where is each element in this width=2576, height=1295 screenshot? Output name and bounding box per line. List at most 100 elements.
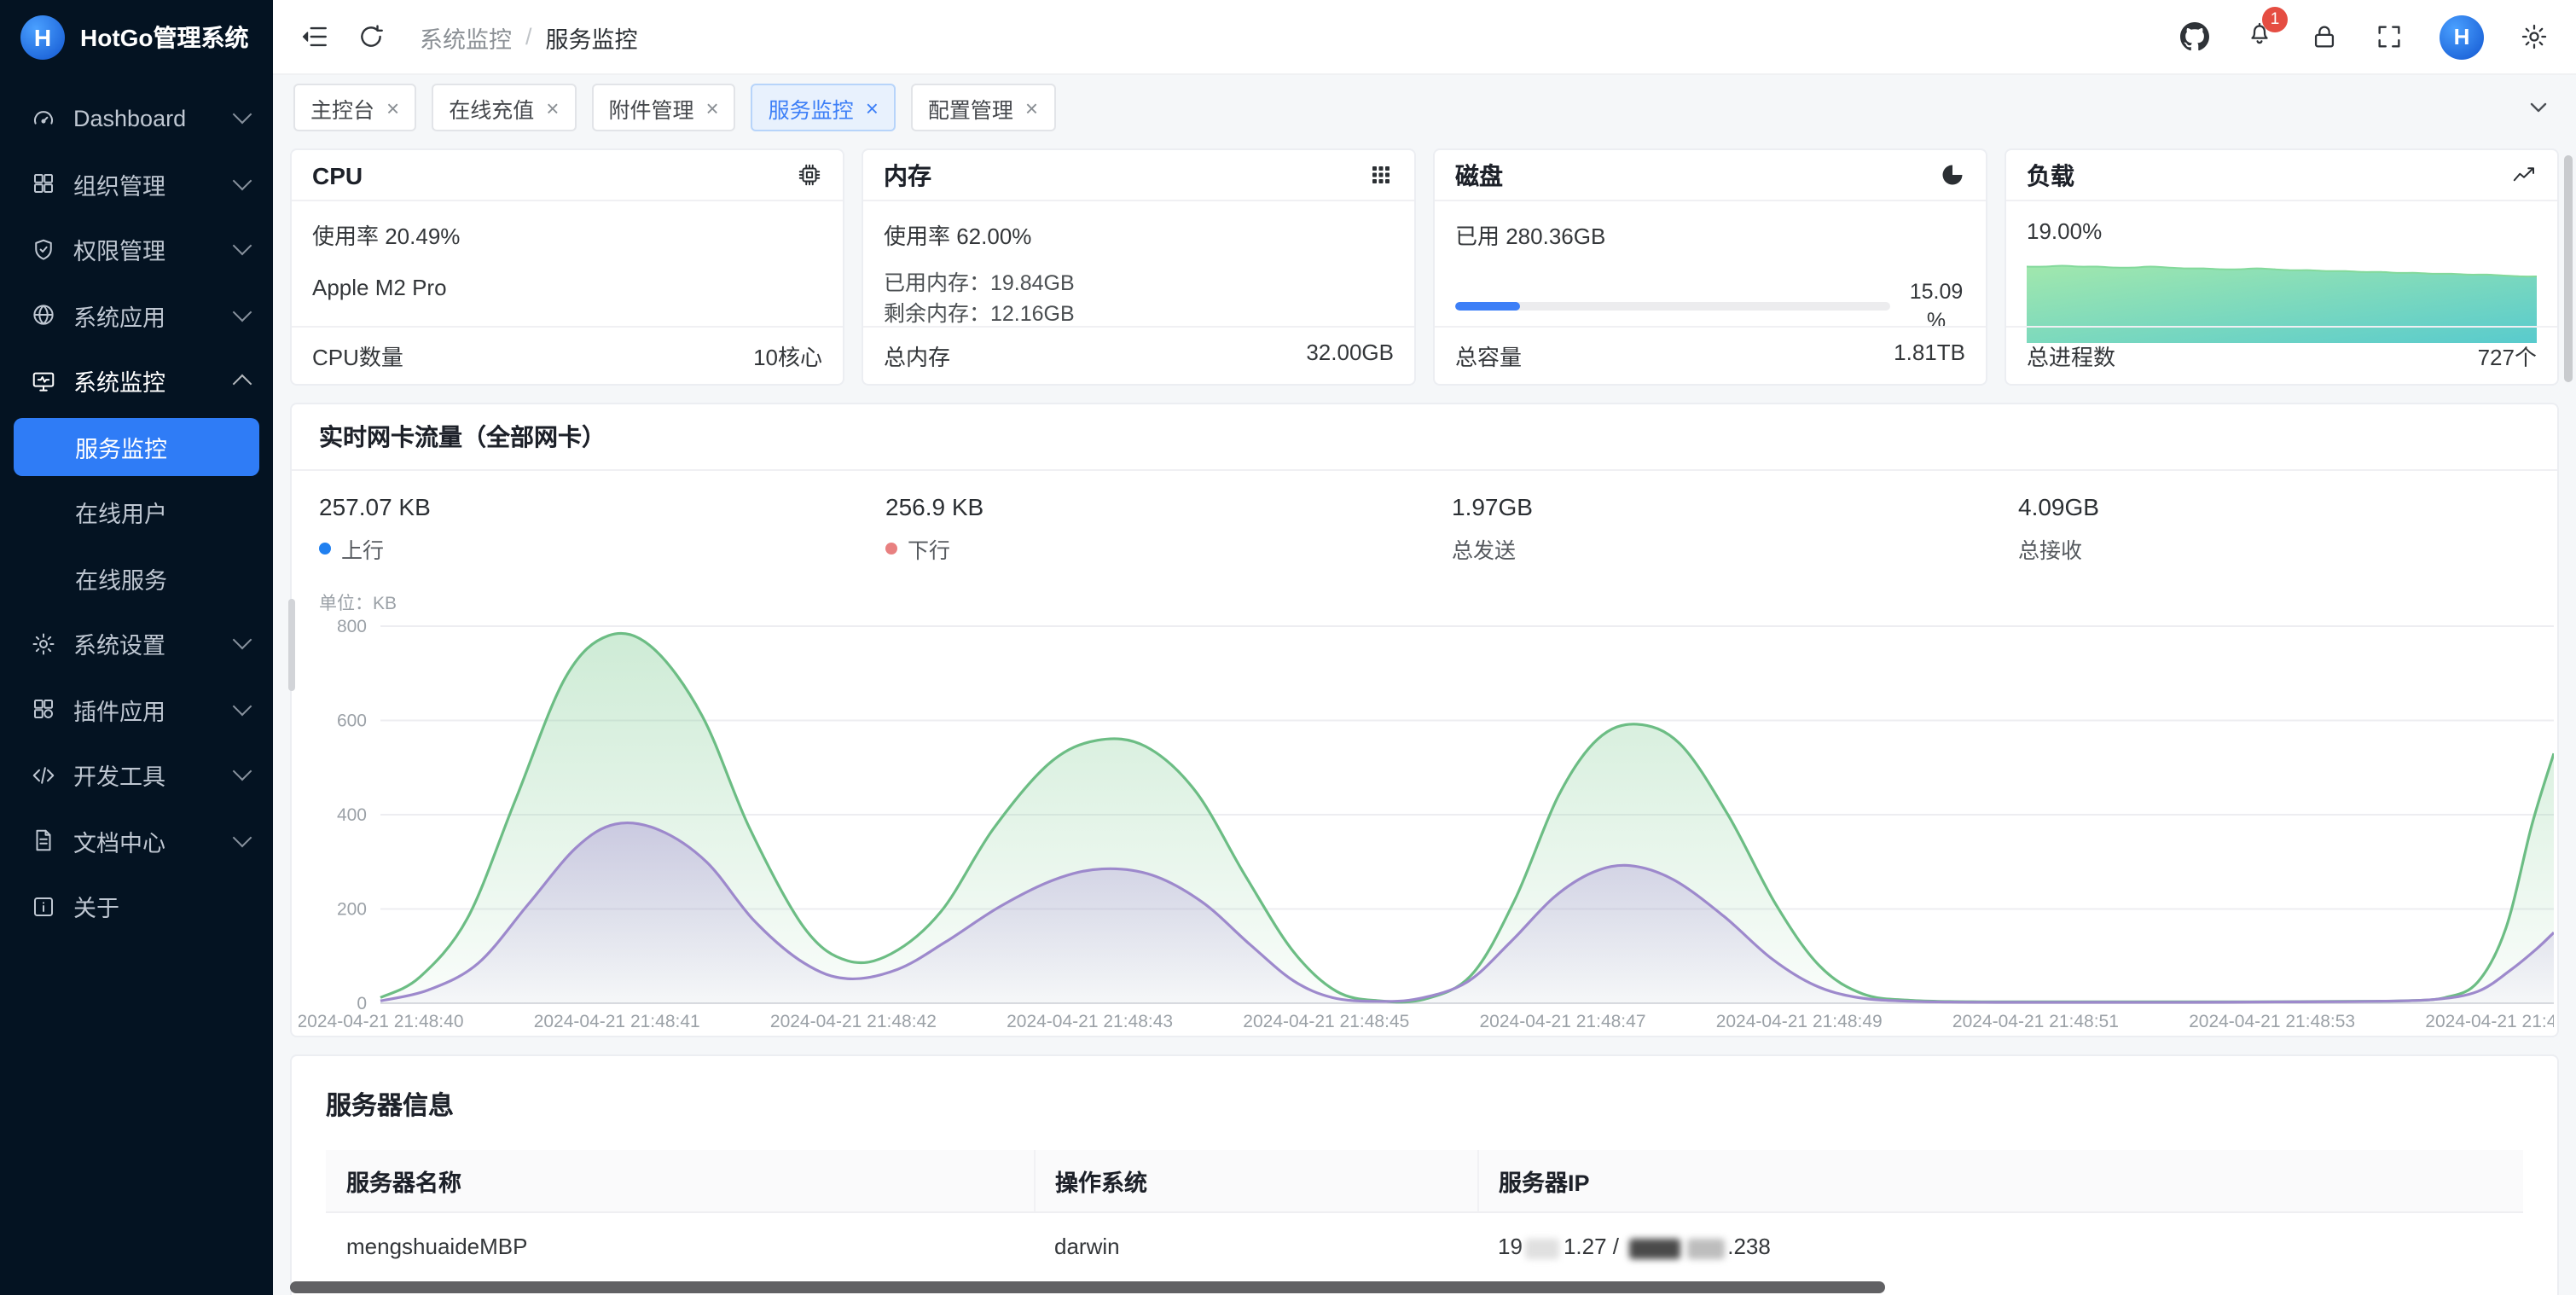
server-info-card: 服务器信息 服务器名称 操作系统 服务器IP mengshuaideMBP da… [290, 1054, 2559, 1295]
network-card-title: 实时网卡流量（全部网卡） [292, 404, 2557, 471]
network-stats-row: 257.07 KB 上行 256.9 KB 下行 1.97GB 总发送 4.09… [292, 471, 2557, 565]
memory-card: 内存 使用率 62.00% 已用内存：19.84GB 剩余内存：12.16GB … [862, 148, 1416, 386]
memory-used: 已用内存：19.84GB [884, 268, 1394, 299]
tab-console[interactable]: 主控台× [293, 84, 416, 131]
sidebar-item-devtools[interactable]: 开发工具 [0, 742, 273, 808]
upstream-dot [319, 543, 331, 555]
sidebar-item-org[interactable]: 组织管理 [0, 151, 273, 217]
sidebar-item-docs[interactable]: 文档中心 [0, 808, 273, 874]
dashboard-icon [31, 106, 56, 131]
memory-free: 剩余内存：12.16GB [884, 299, 1394, 329]
svg-text:600: 600 [337, 711, 367, 731]
fullscreen-icon[interactable] [2375, 22, 2404, 51]
globe-icon [31, 303, 56, 328]
stat-upstream: 257.07 KB 上行 [292, 493, 858, 565]
table-header-row: 服务器名称 操作系统 服务器IP [326, 1150, 2523, 1212]
svg-text:400: 400 [337, 805, 367, 825]
svg-text:2024-04-21 21:48:43: 2024-04-21 21:48:43 [1007, 1012, 1173, 1031]
sidebar-subitem-online-services[interactable]: 在线服务 [14, 549, 259, 607]
settings-gear-icon[interactable] [2520, 22, 2549, 51]
stat-total-sent: 1.97GB 总发送 [1424, 493, 1991, 565]
disk-progress-fill [1455, 303, 1521, 311]
memory-footer-label: 总内存 [884, 340, 950, 372]
lock-icon[interactable] [2310, 22, 2339, 51]
chevron-down-icon [233, 236, 252, 256]
sidebar-item-settings[interactable]: 系统设置 [0, 611, 273, 677]
breadcrumb-item[interactable]: 系统监控 [420, 20, 512, 54]
vertical-scrollbar-thumb[interactable] [2564, 155, 2573, 382]
main-content: CPU 使用率 20.49% Apple M2 Pro CPU数量10核心 内存… [273, 140, 2576, 1295]
disk-card-title: 磁盘 [1455, 158, 1503, 192]
col-os: 操作系统 [1034, 1150, 1477, 1212]
chevron-down-icon [233, 630, 252, 650]
svg-text:200: 200 [337, 900, 367, 920]
svg-text:2024-04-21 21:48:42: 2024-04-21 21:48:42 [770, 1012, 937, 1031]
cpu-chip-icon [797, 162, 822, 188]
sidebar-item-dashboard[interactable]: Dashboard [0, 85, 273, 151]
refresh-icon[interactable] [357, 22, 386, 51]
tab-attachment[interactable]: 附件管理× [591, 84, 735, 131]
load-footer-value: 727个 [2478, 340, 2537, 372]
breadcrumb: 系统监控 / 服务监控 [420, 20, 638, 54]
github-icon[interactable] [2180, 22, 2209, 51]
load-card-title: 负载 [2027, 158, 2074, 192]
sidebar: H HotGo管理系统 Dashboard 组织管理 权限管理 系统应用 系统监… [0, 0, 273, 1295]
svg-text:2024-04-21 21:48:53: 2024-04-21 21:48:53 [2189, 1012, 2355, 1031]
disk-footer-label: 总容量 [1455, 340, 1522, 372]
gear-icon [31, 631, 56, 657]
tab-online-recharge[interactable]: 在线充值× [432, 84, 576, 131]
ip-redaction [1526, 1238, 1560, 1258]
close-icon[interactable]: × [386, 96, 399, 119]
close-icon[interactable]: × [705, 96, 718, 119]
notifications-button[interactable]: 1 [2245, 18, 2274, 55]
close-icon[interactable]: × [866, 96, 879, 119]
chevron-down-icon [233, 762, 252, 781]
avatar[interactable]: H [2440, 15, 2484, 59]
svg-text:0: 0 [357, 994, 367, 1013]
stat-cards-row: CPU 使用率 20.49% Apple M2 Pro CPU数量10核心 内存… [290, 148, 2559, 386]
tab-dropdown-chevron-icon[interactable] [2525, 94, 2552, 121]
app-logo[interactable]: H HotGo管理系统 [0, 0, 273, 75]
app-title: HotGo管理系统 [80, 20, 249, 55]
sidebar-subitem-service-monitor[interactable]: 服务监控 [14, 417, 259, 476]
menu-fold-icon[interactable] [300, 22, 329, 51]
horizontal-scrollbar-thumb[interactable] [290, 1281, 1885, 1293]
document-icon [31, 828, 56, 854]
chevron-down-icon [233, 696, 252, 716]
sidebar-item-permission[interactable]: 权限管理 [0, 217, 273, 282]
memory-footer-value: 32.00GB [1306, 340, 1394, 372]
disk-progress-track [1455, 303, 1890, 311]
sidebar-item-about[interactable]: 关于 [0, 874, 273, 939]
svg-text:2024-04-21 21:48:55: 2024-04-21 21:48:55 [2425, 1012, 2554, 1031]
monitor-icon [31, 369, 56, 394]
memory-grid-icon [1368, 162, 1394, 188]
table-row[interactable]: mengshuaideMBP darwin 191.27 / .238 [326, 1212, 2523, 1280]
tab-service-monitor[interactable]: 服务监控× [751, 84, 896, 131]
stat-total-received: 4.09GB 总接收 [1991, 493, 2557, 565]
app-viewport: H HotGo管理系统 Dashboard 组织管理 权限管理 系统应用 系统监… [0, 0, 2576, 1295]
close-icon[interactable]: × [546, 96, 559, 119]
sidebar-item-monitor[interactable]: 系统监控 [0, 348, 273, 414]
ip-redaction [1628, 1238, 1680, 1258]
network-traffic-chart: 0200400600800单位：KB2024-04-21 21:48:40202… [299, 589, 2554, 1036]
ip-redaction [1686, 1238, 1724, 1258]
col-server-name: 服务器名称 [326, 1150, 1034, 1212]
downstream-dot [885, 543, 897, 555]
load-value: 19.00% [2027, 218, 2537, 244]
cpu-usage: 使用率 20.49% [312, 218, 822, 251]
chevron-up-icon [233, 375, 252, 394]
tab-config[interactable]: 配置管理× [911, 84, 1055, 131]
close-icon[interactable]: × [1025, 96, 1038, 119]
sidebar-item-apps[interactable]: 系统应用 [0, 282, 273, 348]
load-card: 负载 19.00% 总进程数727个 [2005, 148, 2559, 386]
breadcrumb-current: 服务监控 [546, 20, 638, 54]
sidebar-subitem-online-users[interactable]: 在线用户 [14, 483, 259, 542]
cell-os: darwin [1034, 1212, 1477, 1280]
sidebar-item-plugins[interactable]: 插件应用 [0, 677, 273, 742]
org-grid-icon [31, 171, 56, 197]
chevron-down-icon [233, 828, 252, 847]
tab-bar: 主控台× 在线充值× 附件管理× 服务监控× 配置管理× [273, 75, 2576, 140]
sidebar-menu: Dashboard 组织管理 权限管理 系统应用 系统监控 服务监控 在线用户 … [0, 75, 273, 939]
content-scrollbar-thumb[interactable] [288, 599, 295, 691]
notification-badge: 1 [2262, 6, 2288, 32]
